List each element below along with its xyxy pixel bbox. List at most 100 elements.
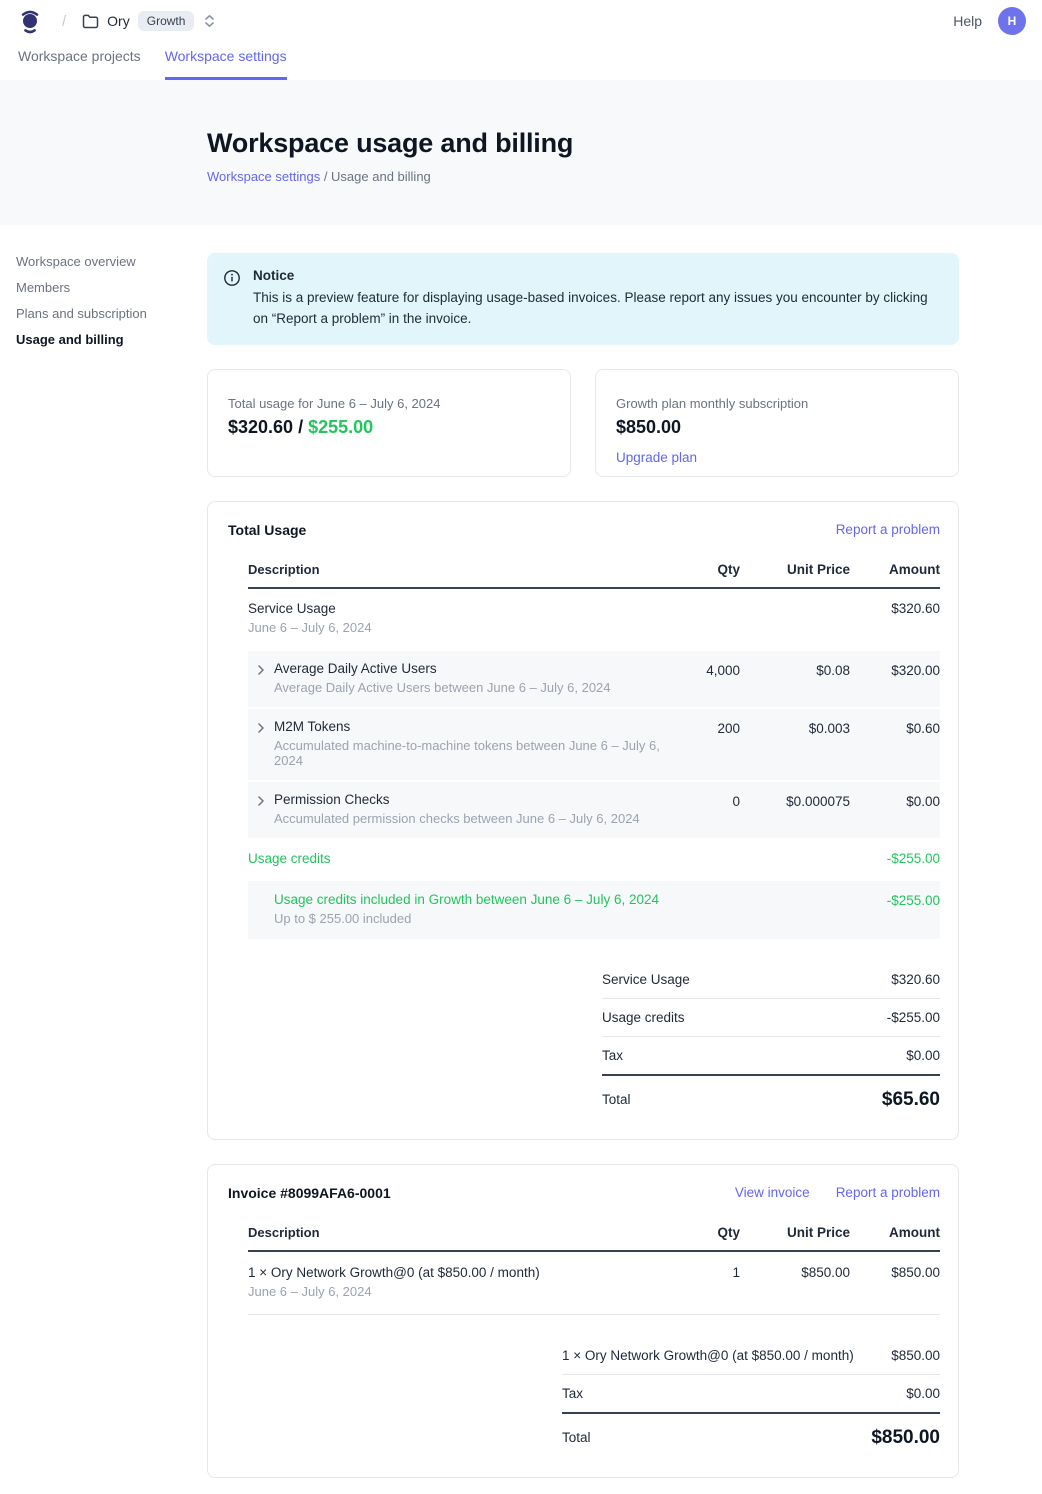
invoice-line-title: 1 × Ory Network Growth@0 (at $850.00 / m… — [248, 1265, 660, 1280]
col-unit-price: Unit Price — [740, 1225, 850, 1240]
totals-row-tax: Tax $0.00 — [562, 1375, 940, 1414]
invoice-card-title: Invoice #8099AFA6-0001 — [228, 1185, 391, 1201]
usage-credit-amount: $255.00 — [308, 417, 373, 437]
total-usage-card: Total Usage Report a problem Description… — [207, 501, 959, 1140]
table-row-permission-checks: Permission Checks Accumulated permission… — [248, 782, 940, 838]
credits-detail-subtitle: Up to $ 255.00 included — [274, 911, 660, 926]
line-item-subtitle: Accumulated permission checks between Ju… — [274, 811, 640, 826]
line-item-amount: $0.60 — [850, 719, 940, 736]
tab-workspace-settings[interactable]: Workspace settings — [165, 42, 287, 80]
line-item-qty: 4,000 — [660, 661, 740, 678]
breadcrumb: Workspace settings / Usage and billing — [207, 169, 1042, 184]
usage-credits-title: Usage credits — [248, 851, 660, 866]
breadcrumb-link-workspace-settings[interactable]: Workspace settings — [207, 169, 320, 184]
upgrade-plan-link[interactable]: Upgrade plan — [616, 450, 697, 465]
col-description: Description — [248, 562, 660, 577]
total-usage-summary-label: Total usage for June 6 – July 6, 2024 — [228, 396, 550, 411]
page-header: Workspace usage and billing Workspace se… — [0, 80, 1042, 225]
table-row-usage-credits: Usage credits -$255.00 — [248, 838, 940, 879]
totals-row-service-usage: Service Usage $320.60 — [602, 961, 940, 999]
tab-workspace-projects[interactable]: Workspace projects — [18, 42, 141, 80]
ory-logo-icon[interactable] — [16, 7, 44, 35]
line-item-unit-price: $0.000075 — [740, 792, 850, 809]
line-item-subtitle: Accumulated machine-to-machine tokens be… — [274, 738, 660, 768]
notice-title: Notice — [253, 268, 939, 283]
totals-row-grand-total: Total $65.60 — [602, 1076, 940, 1111]
workspace-name: Ory — [107, 13, 130, 29]
sidebar-item-members[interactable]: Members — [16, 281, 207, 295]
sidebar-item-workspace-overview[interactable]: Workspace overview — [16, 255, 207, 269]
report-problem-link-invoice[interactable]: Report a problem — [836, 1185, 940, 1200]
breadcrumb-separator: / — [320, 169, 331, 184]
topbar-slash: / — [62, 13, 66, 30]
plan-subscription-label: Growth plan monthly subscription — [616, 396, 938, 411]
total-usage-card-title: Total Usage — [228, 522, 306, 538]
total-usage-summary-card: Total usage for June 6 – July 6, 2024 $3… — [207, 369, 571, 477]
totals-row-tax: Tax $0.00 — [602, 1037, 940, 1076]
page-title: Workspace usage and billing — [207, 128, 1042, 159]
plan-badge: Growth — [138, 11, 195, 31]
table-row-m2m-tokens: M2M Tokens Accumulated machine-to-machin… — [248, 709, 940, 780]
plan-subscription-amount: $850.00 — [616, 417, 938, 438]
expand-chevron-icon[interactable] — [248, 719, 274, 733]
usage-credits-amount: -$255.00 — [850, 851, 940, 866]
invoice-line-unit-price: $850.00 — [740, 1265, 850, 1280]
table-row-invoice-line: 1 × Ory Network Growth@0 (at $850.00 / m… — [248, 1252, 940, 1315]
plan-subscription-card: Growth plan monthly subscription $850.00… — [595, 369, 959, 477]
invoice-totals: 1 × Ory Network Growth@0 (at $850.00 / m… — [562, 1337, 940, 1449]
invoice-line-qty: 1 — [660, 1265, 740, 1280]
workspace-tabs: Workspace projects Workspace settings — [0, 42, 1042, 80]
line-item-title: M2M Tokens — [274, 719, 660, 734]
line-item-title: Average Daily Active Users — [274, 661, 611, 676]
col-qty: Qty — [660, 562, 740, 577]
expand-chevron-icon[interactable] — [248, 661, 274, 675]
notice-banner: Notice This is a preview feature for dis… — [207, 253, 959, 345]
workspace-switcher[interactable]: Ory Growth — [82, 11, 215, 31]
col-unit-price: Unit Price — [740, 562, 850, 577]
invoice-card: Invoice #8099AFA6-0001 View invoice Repo… — [207, 1164, 959, 1478]
settings-sidebar: Workspace overview Members Plans and sub… — [16, 253, 207, 347]
totals-row-usage-credits: Usage credits -$255.00 — [602, 999, 940, 1037]
line-item-unit-price: $0.08 — [740, 661, 850, 678]
service-usage-title: Service Usage — [248, 601, 660, 616]
line-item-title: Permission Checks — [274, 792, 640, 807]
sidebar-item-usage-and-billing[interactable]: Usage and billing — [16, 333, 207, 347]
credits-detail-amount: -$255.00 — [850, 892, 940, 908]
chevron-up-down-icon[interactable] — [204, 14, 215, 28]
col-qty: Qty — [660, 1225, 740, 1240]
line-item-amount: $0.00 — [850, 792, 940, 809]
invoice-table-header: Description Qty Unit Price Amount — [248, 1225, 940, 1252]
line-item-amount: $320.00 — [850, 661, 940, 678]
col-amount: Amount — [850, 562, 940, 577]
credits-detail-title: Usage credits included in Growth between… — [274, 892, 660, 907]
help-link[interactable]: Help — [953, 13, 982, 29]
line-item-qty: 200 — [660, 719, 740, 736]
topbar: / Ory Growth Help H — [0, 0, 1042, 42]
usage-table: Description Qty Unit Price Amount Servic… — [248, 562, 940, 1111]
usage-table-header: Description Qty Unit Price Amount — [248, 562, 940, 589]
invoice-line-period: June 6 – July 6, 2024 — [248, 1284, 660, 1299]
invoice-line-amount: $850.00 — [850, 1265, 940, 1280]
avatar[interactable]: H — [998, 7, 1026, 35]
table-row-average-daily-active-users: Average Daily Active Users Average Daily… — [248, 651, 940, 707]
invoice-table: Description Qty Unit Price Amount 1 × Or… — [248, 1225, 940, 1449]
notice-body: This is a preview feature for displaying… — [253, 288, 939, 330]
line-item-unit-price: $0.003 — [740, 719, 850, 736]
totals-row-subscription: 1 × Ory Network Growth@0 (at $850.00 / m… — [562, 1337, 940, 1375]
service-usage-period: June 6 – July 6, 2024 — [248, 620, 660, 635]
folder-icon — [82, 14, 99, 29]
line-item-qty: 0 — [660, 792, 740, 809]
breadcrumb-current: Usage and billing — [331, 169, 431, 184]
view-invoice-link[interactable]: View invoice — [735, 1185, 810, 1200]
expand-chevron-icon[interactable] — [248, 792, 274, 806]
info-icon — [223, 268, 241, 330]
line-item-subtitle: Average Daily Active Users between June … — [274, 680, 611, 695]
table-row-service-usage: Service Usage June 6 – July 6, 2024 $320… — [248, 589, 940, 649]
table-row-usage-credits-detail: Usage credits included in Growth between… — [248, 881, 940, 939]
sidebar-item-plans-and-subscription[interactable]: Plans and subscription — [16, 307, 207, 321]
totals-row-grand-total: Total $850.00 — [562, 1414, 940, 1449]
total-usage-summary-amount: $320.60 / $255.00 — [228, 417, 550, 438]
report-problem-link-usage[interactable]: Report a problem — [836, 522, 940, 537]
col-amount: Amount — [850, 1225, 940, 1240]
usage-totals: Service Usage $320.60 Usage credits -$25… — [602, 961, 940, 1111]
